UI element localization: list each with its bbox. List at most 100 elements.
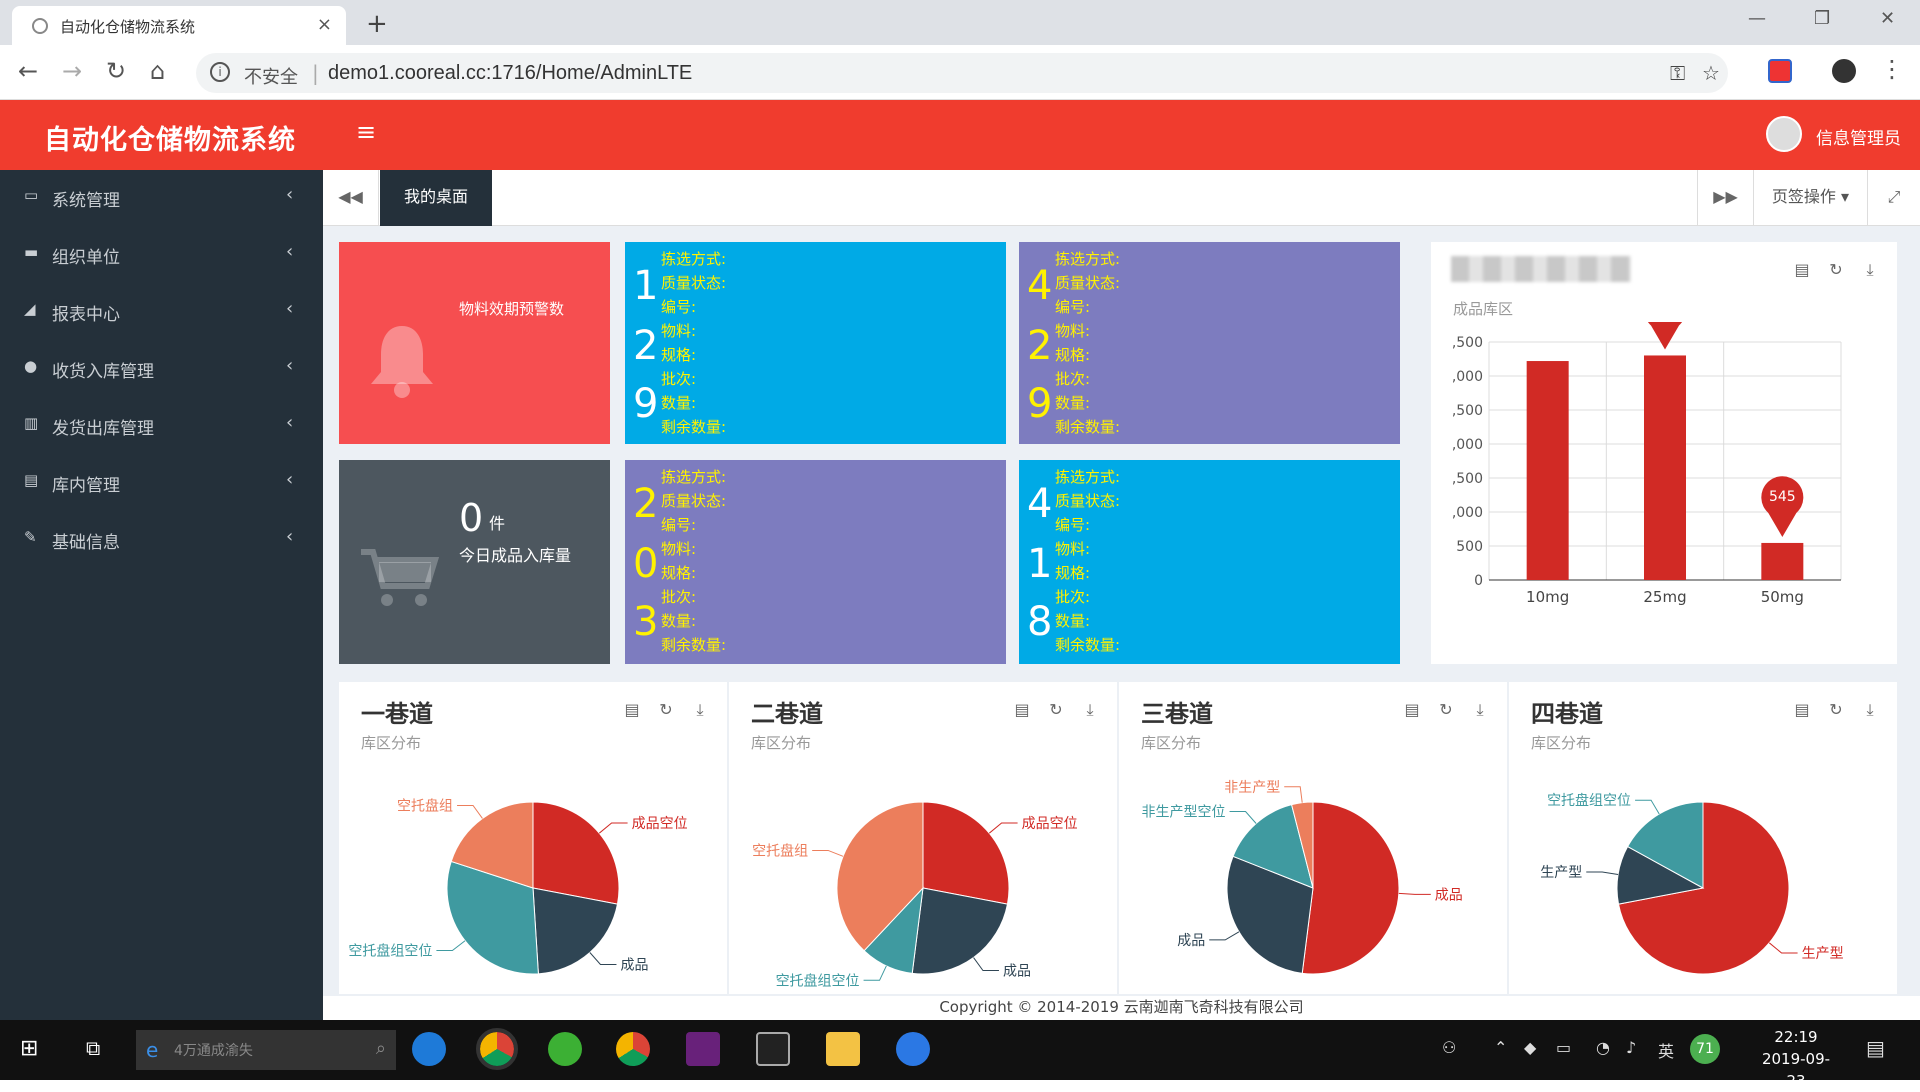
label-leader bbox=[863, 965, 887, 981]
pie-slice[interactable] bbox=[1301, 801, 1400, 975]
tab-ops-dropdown[interactable]: 页签操作 ▾ bbox=[1753, 170, 1867, 226]
taskbar-search[interactable]: e 4万通成渝失 ⌕ bbox=[136, 1030, 396, 1070]
chrome-icon-2[interactable] bbox=[616, 1032, 650, 1066]
field-label: 数量: bbox=[661, 612, 697, 630]
menu-dots-icon[interactable]: ⋮ bbox=[1880, 55, 1904, 83]
ime-indicator[interactable]: 英 bbox=[1658, 1038, 1674, 1062]
data-view-icon[interactable]: ▤ bbox=[1401, 700, 1423, 722]
extension-icon[interactable] bbox=[1768, 59, 1792, 83]
download-icon[interactable]: ⤓ bbox=[1469, 700, 1491, 722]
download-icon[interactable]: ⤓ bbox=[1859, 260, 1881, 282]
refresh-icon[interactable]: ↻ bbox=[1045, 700, 1067, 722]
refresh-icon[interactable]: ↻ bbox=[1825, 700, 1847, 722]
reload-icon[interactable]: ↻ bbox=[106, 57, 126, 85]
pie-slice[interactable] bbox=[532, 801, 620, 905]
bar[interactable] bbox=[1761, 542, 1804, 580]
people-icon[interactable]: ⚇ bbox=[1442, 1038, 1456, 1057]
sidebar-item-inbound[interactable]: ● 收货入库管理 ‹ bbox=[0, 341, 323, 397]
avatar[interactable] bbox=[1766, 116, 1802, 152]
sidebar-toggle-icon[interactable]: ≡ bbox=[356, 118, 376, 146]
action-center-icon[interactable]: ▤ bbox=[1866, 1036, 1885, 1060]
pie-slice[interactable] bbox=[911, 887, 1009, 975]
label-leader bbox=[1229, 810, 1257, 824]
notification-badge[interactable]: 71 bbox=[1690, 1034, 1720, 1064]
data-view-icon[interactable]: ▤ bbox=[1791, 260, 1813, 282]
task-digit: 1 bbox=[1027, 541, 1053, 587]
field-label: 物料: bbox=[661, 540, 697, 558]
wechat-icon[interactable] bbox=[548, 1032, 582, 1066]
edge-icon[interactable] bbox=[412, 1032, 446, 1066]
y-tick-label: ,500 bbox=[1452, 403, 1483, 419]
download-icon[interactable]: ⤓ bbox=[689, 700, 711, 722]
chrome-icon[interactable] bbox=[476, 1028, 518, 1070]
folder-icon[interactable] bbox=[826, 1032, 860, 1066]
new-tab-button[interactable]: + bbox=[366, 9, 388, 39]
network-icon[interactable]: ◆ bbox=[1524, 1038, 1536, 1057]
browser-tab[interactable]: 自动化仓储物流系统 × bbox=[12, 6, 346, 45]
star-icon[interactable]: ☆ bbox=[1702, 61, 1720, 85]
tab-scroll-left-icon[interactable]: ◀◀ bbox=[323, 170, 379, 226]
sidebar-item-org[interactable]: ▬ 组织单位 ‹ bbox=[0, 227, 323, 283]
task-digit: 2 bbox=[1027, 323, 1053, 369]
sidebar-item-basic[interactable]: ✎ 基础信息 ‹ bbox=[0, 512, 323, 568]
chart-toolbox: ▤ ↻ ⤓ bbox=[1389, 700, 1491, 722]
refresh-icon[interactable]: ↻ bbox=[1825, 260, 1847, 282]
browser-window: 自动化仓储物流系统 × + — ❐ ✕ ← → ↻ ⌂ i 不安全 | demo… bbox=[0, 0, 1920, 1090]
pie-slice[interactable] bbox=[922, 801, 1010, 905]
url-text[interactable]: demo1.cooreal.cc:1716/Home/AdminLTE bbox=[328, 62, 692, 85]
volume-icon[interactable]: ♪ bbox=[1626, 1038, 1636, 1057]
tile-task[interactable]: 4 2 9 拣选方式: 质量状态: 编号: 物料: 规格: 批次: 数量: 剩余… bbox=[1019, 242, 1400, 444]
sidebar-item-outbound[interactable]: ▥ 发货出库管理 ‹ bbox=[0, 398, 323, 454]
bar[interactable] bbox=[1526, 361, 1569, 580]
bar[interactable] bbox=[1644, 355, 1686, 580]
back-icon[interactable]: ← bbox=[18, 57, 38, 85]
data-view-icon[interactable]: ▤ bbox=[621, 700, 643, 722]
wifi-icon[interactable]: ◔ bbox=[1596, 1038, 1610, 1057]
tile-today-inbound[interactable]: 0 件 今日成品入库量 bbox=[339, 460, 610, 664]
sidebar-item-label: 发货出库管理 bbox=[52, 419, 154, 439]
key-icon[interactable]: ⚿ bbox=[1670, 61, 1685, 85]
download-icon[interactable]: ⤓ bbox=[1079, 700, 1101, 722]
app-logo[interactable]: 自动化仓储物流系统 bbox=[44, 118, 296, 157]
visual-studio-icon[interactable] bbox=[686, 1032, 720, 1066]
address-bar[interactable]: i 不安全 | demo1.cooreal.cc:1716/Home/Admin… bbox=[196, 53, 1728, 93]
tile-task[interactable]: 4 1 8 拣选方式: 质量状态: 编号: 物料: 规格: 批次: 数量: 剩余… bbox=[1019, 460, 1400, 664]
pie-label: 成品 bbox=[1003, 964, 1031, 980]
user-name[interactable]: 信息管理员 bbox=[1816, 124, 1901, 149]
sidebar-item-reports[interactable]: ◢ 报表中心 ‹ bbox=[0, 284, 323, 340]
field-label: 质量状态: bbox=[661, 274, 727, 292]
profile-icon[interactable] bbox=[1832, 59, 1856, 83]
data-view-icon[interactable]: ▤ bbox=[1791, 700, 1813, 722]
home-icon[interactable]: ⌂ bbox=[150, 57, 165, 85]
area-chart-icon: ◢ bbox=[24, 300, 36, 318]
window-close-icon[interactable]: ✕ bbox=[1880, 8, 1895, 29]
terminal-icon[interactable] bbox=[756, 1032, 790, 1066]
app-icon[interactable] bbox=[896, 1032, 930, 1066]
bar-chart-panel: ▤ ↻ ⤓ 成品库区 0 500 ,000 ,500 ,000 ,500 ,000 ,500 10m… bbox=[1431, 242, 1897, 664]
fullscreen-icon[interactable]: ⤢ bbox=[1867, 170, 1920, 226]
info-icon[interactable]: i bbox=[210, 62, 230, 82]
data-view-icon[interactable]: ▤ bbox=[1011, 700, 1033, 722]
field-label: 拣选方式: bbox=[661, 250, 727, 268]
refresh-icon[interactable]: ↻ bbox=[655, 700, 677, 722]
task-view-icon[interactable]: ⧉ bbox=[86, 1036, 100, 1060]
sidebar-item-system[interactable]: ▭ 系统管理 ‹ bbox=[0, 170, 323, 226]
download-icon[interactable]: ⤓ bbox=[1859, 700, 1881, 722]
tab-my-desktop[interactable]: 我的桌面 bbox=[380, 170, 492, 226]
tile-expiry-alert[interactable]: 物料效期预警数 bbox=[339, 242, 610, 444]
battery-icon[interactable]: ▭ bbox=[1556, 1038, 1571, 1057]
field-label: 质量状态: bbox=[1055, 492, 1121, 510]
maximize-icon[interactable]: ❐ bbox=[1814, 8, 1830, 29]
minimize-icon[interactable]: — bbox=[1748, 8, 1766, 29]
tray-up-icon[interactable]: ⌃ bbox=[1494, 1038, 1507, 1057]
tab-scroll-right-icon[interactable]: ▶▶ bbox=[1697, 170, 1753, 226]
windows-start-icon[interactable]: ⊞ bbox=[20, 1036, 38, 1061]
refresh-icon[interactable]: ↻ bbox=[1435, 700, 1457, 722]
forward-icon[interactable]: → bbox=[62, 57, 82, 85]
tile-task[interactable]: 1 2 9 拣选方式: 质量状态: 编号: 物料: 规格: 批次: 数量: 剩余… bbox=[625, 242, 1006, 444]
taskbar-clock[interactable]: 22:19 2019-09-23 bbox=[1756, 1026, 1836, 1092]
close-tab-icon[interactable]: × bbox=[317, 14, 332, 35]
sidebar-item-warehouse[interactable]: ▤ 库内管理 ‹ bbox=[0, 455, 323, 511]
label-leader bbox=[1768, 942, 1798, 954]
tile-task[interactable]: 2 0 3 拣选方式: 质量状态: 编号: 物料: 规格: 批次: 数量: 剩余… bbox=[625, 460, 1006, 664]
